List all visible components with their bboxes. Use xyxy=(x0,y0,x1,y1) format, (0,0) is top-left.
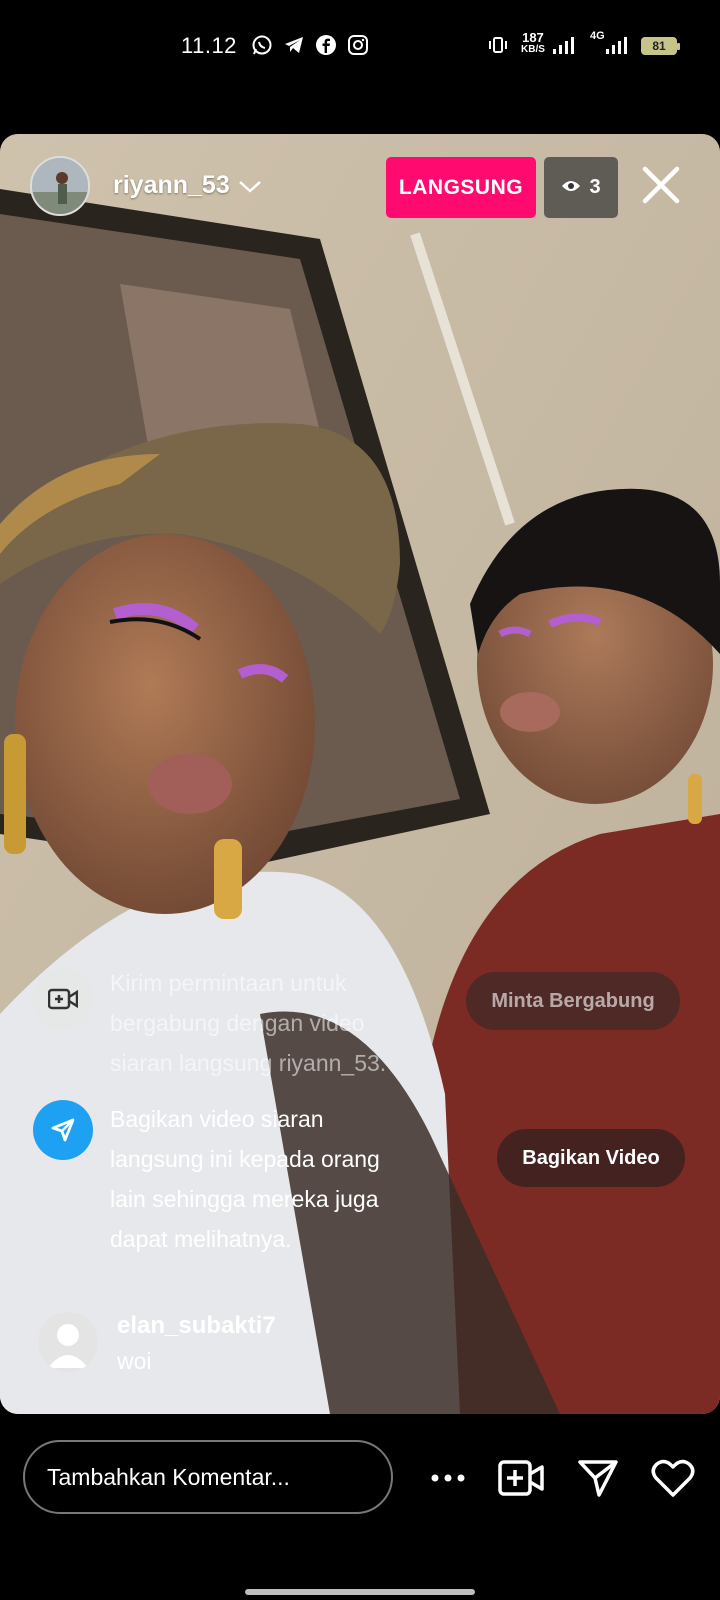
network-speed-unit: KB/S xyxy=(521,44,545,55)
share-line: lain sehingga mereka juga xyxy=(110,1186,379,1212)
request-join-button[interactable]: Minta Bergabung xyxy=(466,972,680,1030)
battery-indicator: 81 xyxy=(641,37,680,55)
host-avatar[interactable] xyxy=(30,156,90,216)
home-indicator[interactable] xyxy=(245,1589,475,1595)
more-options-icon[interactable] xyxy=(425,1455,471,1501)
telegram-icon xyxy=(283,34,305,56)
viewer-count[interactable]: 3 xyxy=(544,157,618,218)
add-video-icon[interactable] xyxy=(498,1455,544,1501)
request-line: Kirim permintaan untuk xyxy=(110,970,347,996)
status-bar: 11.12 187 KB/S 4G 81 xyxy=(0,0,720,92)
chevron-down-icon[interactable] xyxy=(238,176,262,196)
comment-input[interactable]: Tambahkan Komentar... xyxy=(23,1440,393,1514)
live-video[interactable]: riyann_53 LANGSUNG 3 Kirim permintaan un… xyxy=(0,134,720,1414)
network-speed-value: 187 xyxy=(522,30,544,45)
comment-avatar[interactable] xyxy=(38,1312,98,1372)
close-button[interactable] xyxy=(640,164,682,206)
share-text: Bagikan video siaran langsung ini kepada… xyxy=(110,1099,380,1259)
comment-text: woi xyxy=(117,1348,152,1374)
direct-send-icon[interactable] xyxy=(575,1455,621,1501)
signal-icon xyxy=(552,34,576,56)
share-line: Bagikan video siaran xyxy=(110,1106,324,1132)
facebook-icon xyxy=(315,34,337,56)
close-icon xyxy=(642,166,680,204)
request-line: bergabung dengan video xyxy=(110,1010,365,1036)
request-join-text: Kirim permintaan untuk bergabung dengan … xyxy=(110,963,386,1083)
live-badge: LANGSUNG xyxy=(386,157,536,218)
whatsapp-icon xyxy=(251,34,273,56)
network-speed: 187 KB/S xyxy=(521,30,545,56)
instagram-icon xyxy=(347,34,369,56)
heart-icon[interactable] xyxy=(650,1455,696,1501)
vibrate-icon xyxy=(487,34,509,56)
share-line: langsung ini kepada orang xyxy=(110,1146,380,1172)
eye-icon xyxy=(561,176,581,199)
send-icon xyxy=(33,1100,93,1160)
viewer-count-value: 3 xyxy=(589,176,601,198)
host-username[interactable]: riyann_53 xyxy=(113,171,230,200)
status-time: 11.12 xyxy=(181,33,237,58)
comment-username[interactable]: elan_subakti7 xyxy=(117,1312,276,1340)
request-line: siaran langsung riyann_53. xyxy=(110,1050,387,1076)
signal-4g-icon: 4G xyxy=(590,30,630,56)
share-video-button[interactable]: Bagikan Video xyxy=(497,1129,685,1187)
network-type: 4G xyxy=(590,30,605,42)
share-line: dapat melihatnya. xyxy=(110,1226,292,1252)
video-request-icon xyxy=(33,969,93,1029)
